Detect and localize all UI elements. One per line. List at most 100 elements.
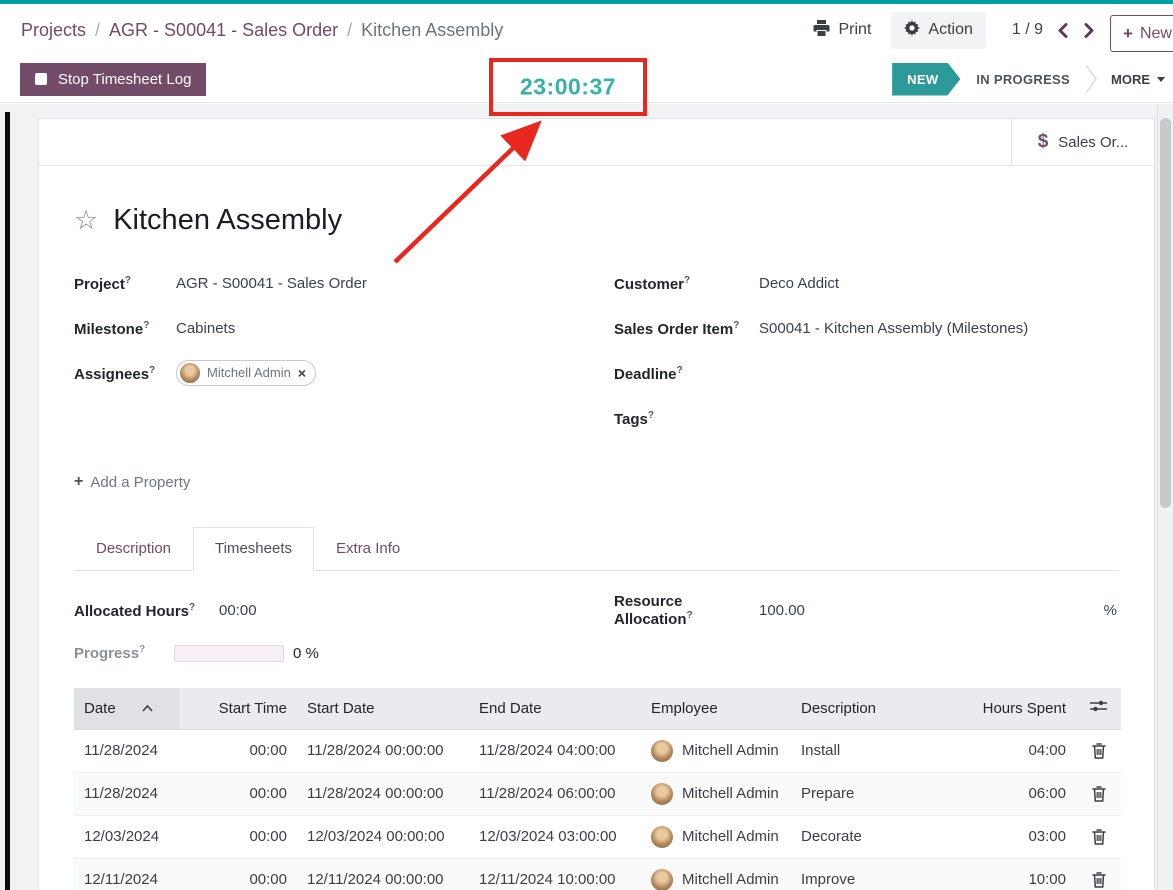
cell-hours-spent[interactable]: 06:00 bbox=[941, 772, 1076, 815]
avatar bbox=[651, 783, 673, 805]
delete-row-button[interactable] bbox=[1090, 741, 1108, 761]
timesheet-table-body: 11/28/2024 00:00 11/28/2024 00:00:00 11/… bbox=[74, 729, 1121, 890]
breadcrumb: Projects / AGR - S00041 - Sales Order / … bbox=[21, 20, 503, 41]
action-button[interactable]: Action bbox=[891, 12, 985, 49]
employee-name: Mitchell Admin bbox=[682, 871, 779, 888]
customer-value[interactable]: Deco Addict bbox=[759, 275, 1119, 292]
avatar bbox=[651, 826, 673, 848]
cell-description[interactable]: Install bbox=[791, 729, 941, 772]
print-button[interactable]: Print bbox=[813, 20, 871, 41]
cell-end-date[interactable]: 12/03/2024 03:00:00 bbox=[469, 815, 641, 858]
cell-employee[interactable]: Mitchell Admin bbox=[641, 815, 791, 858]
cell-employee[interactable]: Mitchell Admin bbox=[641, 772, 791, 815]
column-header-description[interactable]: Description bbox=[791, 688, 941, 729]
task-title[interactable]: Kitchen Assembly bbox=[113, 204, 342, 237]
cell-end-date[interactable]: 11/28/2024 04:00:00 bbox=[469, 729, 641, 772]
customer-label: Customer? bbox=[614, 275, 759, 293]
cell-end-date[interactable]: 11/28/2024 06:00:00 bbox=[469, 772, 641, 815]
action-label: Action bbox=[928, 21, 972, 39]
stage-more-dropdown[interactable]: MORE bbox=[1111, 72, 1165, 87]
column-header-employee[interactable]: Employee bbox=[641, 688, 791, 729]
sliders-icon bbox=[1090, 700, 1107, 717]
cell-start-time[interactable]: 00:00 bbox=[179, 729, 297, 772]
cell-start-date[interactable]: 11/28/2024 00:00:00 bbox=[297, 772, 469, 815]
column-header-end-date[interactable]: End Date bbox=[469, 688, 641, 729]
assignees-label: Assignees? bbox=[74, 365, 176, 383]
breadcrumb-projects[interactable]: Projects bbox=[21, 20, 86, 41]
remove-assignee-icon[interactable]: × bbox=[298, 366, 306, 380]
resource-allocation-unit: % bbox=[1104, 602, 1119, 619]
sort-ascending-icon bbox=[142, 699, 153, 716]
employee-name: Mitchell Admin bbox=[682, 742, 779, 759]
cell-start-date[interactable]: 12/11/2024 00:00:00 bbox=[297, 858, 469, 890]
cell-employee[interactable]: Mitchell Admin bbox=[641, 729, 791, 772]
breadcrumb-separator: / bbox=[347, 20, 352, 41]
cell-start-date[interactable]: 11/28/2024 00:00:00 bbox=[297, 729, 469, 772]
table-row[interactable]: 12/03/2024 00:00 12/03/2024 00:00:00 12/… bbox=[74, 815, 1121, 858]
cell-start-time[interactable]: 00:00 bbox=[179, 858, 297, 890]
stage-new-badge[interactable]: NEW bbox=[892, 63, 960, 96]
column-header-date[interactable]: Date bbox=[74, 688, 179, 729]
assignee-tag[interactable]: Mitchell Admin × bbox=[176, 360, 316, 386]
sales-order-item-value[interactable]: S00041 - Kitchen Assembly (Milestones) bbox=[759, 320, 1119, 337]
resource-allocation-value[interactable]: 100.00 bbox=[759, 602, 1104, 619]
deadline-label: Deadline? bbox=[614, 365, 759, 383]
cell-description[interactable]: Prepare bbox=[791, 772, 941, 815]
pager-previous-icon[interactable] bbox=[1057, 23, 1068, 38]
assignee-name: Mitchell Admin bbox=[207, 365, 291, 380]
notebook-tabs: Description Timesheets Extra Info bbox=[74, 527, 1119, 571]
column-header-start-time[interactable]: Start Time bbox=[179, 688, 297, 729]
vertical-scrollbar[interactable] bbox=[1157, 104, 1173, 890]
cell-hours-spent[interactable]: 04:00 bbox=[941, 729, 1076, 772]
tags-label: Tags? bbox=[614, 410, 759, 428]
breadcrumb-sales-order[interactable]: AGR - S00041 - Sales Order bbox=[109, 20, 338, 41]
cell-date[interactable]: 12/03/2024 bbox=[74, 815, 179, 858]
table-row[interactable]: 11/28/2024 00:00 11/28/2024 00:00:00 11/… bbox=[74, 772, 1121, 815]
pager-next-icon[interactable] bbox=[1084, 23, 1095, 38]
delete-row-button[interactable] bbox=[1090, 827, 1108, 847]
cell-start-time[interactable]: 00:00 bbox=[179, 772, 297, 815]
cell-start-time[interactable]: 00:00 bbox=[179, 815, 297, 858]
cell-date[interactable]: 12/11/2024 bbox=[74, 858, 179, 890]
cell-date[interactable]: 11/28/2024 bbox=[74, 772, 179, 815]
timesheet-table: Date Start Time Start Date End Date Empl… bbox=[74, 688, 1121, 890]
column-header-start-date[interactable]: Start Date bbox=[297, 688, 469, 729]
stage-in-progress[interactable]: IN PROGRESS bbox=[976, 72, 1070, 87]
plus-icon: + bbox=[1123, 24, 1133, 44]
delete-row-button[interactable] bbox=[1090, 870, 1108, 890]
milestone-value[interactable]: Cabinets bbox=[176, 320, 599, 337]
progress-percent-text: 0 % bbox=[293, 645, 319, 662]
cell-hours-spent[interactable]: 10:00 bbox=[941, 858, 1076, 890]
milestone-label: Milestone? bbox=[74, 320, 176, 338]
scrollbar-thumb[interactable] bbox=[1160, 118, 1171, 508]
cell-description[interactable]: Improve bbox=[791, 858, 941, 890]
cell-description[interactable]: Decorate bbox=[791, 815, 941, 858]
cell-date[interactable]: 11/28/2024 bbox=[74, 729, 179, 772]
tab-timesheets[interactable]: Timesheets bbox=[193, 527, 314, 571]
tab-extra-info[interactable]: Extra Info bbox=[314, 527, 422, 570]
add-property-button[interactable]: + Add a Property bbox=[74, 473, 1119, 491]
project-value[interactable]: AGR - S00041 - Sales Order bbox=[176, 275, 599, 292]
add-property-label: Add a Property bbox=[90, 474, 190, 491]
print-label: Print bbox=[838, 21, 871, 39]
progress-bar bbox=[174, 645, 284, 662]
table-row[interactable]: 11/28/2024 00:00 11/28/2024 00:00:00 11/… bbox=[74, 729, 1121, 772]
optional-columns-button[interactable] bbox=[1076, 688, 1121, 729]
column-header-hours-spent[interactable]: Hours Spent bbox=[941, 688, 1076, 729]
table-row[interactable]: 12/11/2024 00:00 12/11/2024 00:00:00 12/… bbox=[74, 858, 1121, 890]
dollar-icon: $ bbox=[1038, 131, 1049, 153]
allocated-hours-value[interactable]: 00:00 bbox=[219, 602, 599, 619]
new-button[interactable]: + New bbox=[1110, 15, 1173, 52]
cell-hours-spent[interactable]: 03:00 bbox=[941, 815, 1076, 858]
stage-separator-icon bbox=[1085, 64, 1097, 94]
cell-end-date[interactable]: 12/11/2024 10:00:00 bbox=[469, 858, 641, 890]
favorite-star-icon[interactable]: ☆ bbox=[74, 207, 98, 234]
cell-start-date[interactable]: 12/03/2024 00:00:00 bbox=[297, 815, 469, 858]
more-label: MORE bbox=[1111, 72, 1150, 87]
delete-row-button[interactable] bbox=[1090, 784, 1108, 804]
tab-description[interactable]: Description bbox=[74, 527, 193, 570]
stop-icon bbox=[35, 73, 47, 85]
stop-timesheet-button[interactable]: Stop Timesheet Log bbox=[20, 63, 206, 96]
cell-employee[interactable]: Mitchell Admin bbox=[641, 858, 791, 890]
sales-order-smart-button[interactable]: $ Sales Or... bbox=[1011, 119, 1154, 165]
